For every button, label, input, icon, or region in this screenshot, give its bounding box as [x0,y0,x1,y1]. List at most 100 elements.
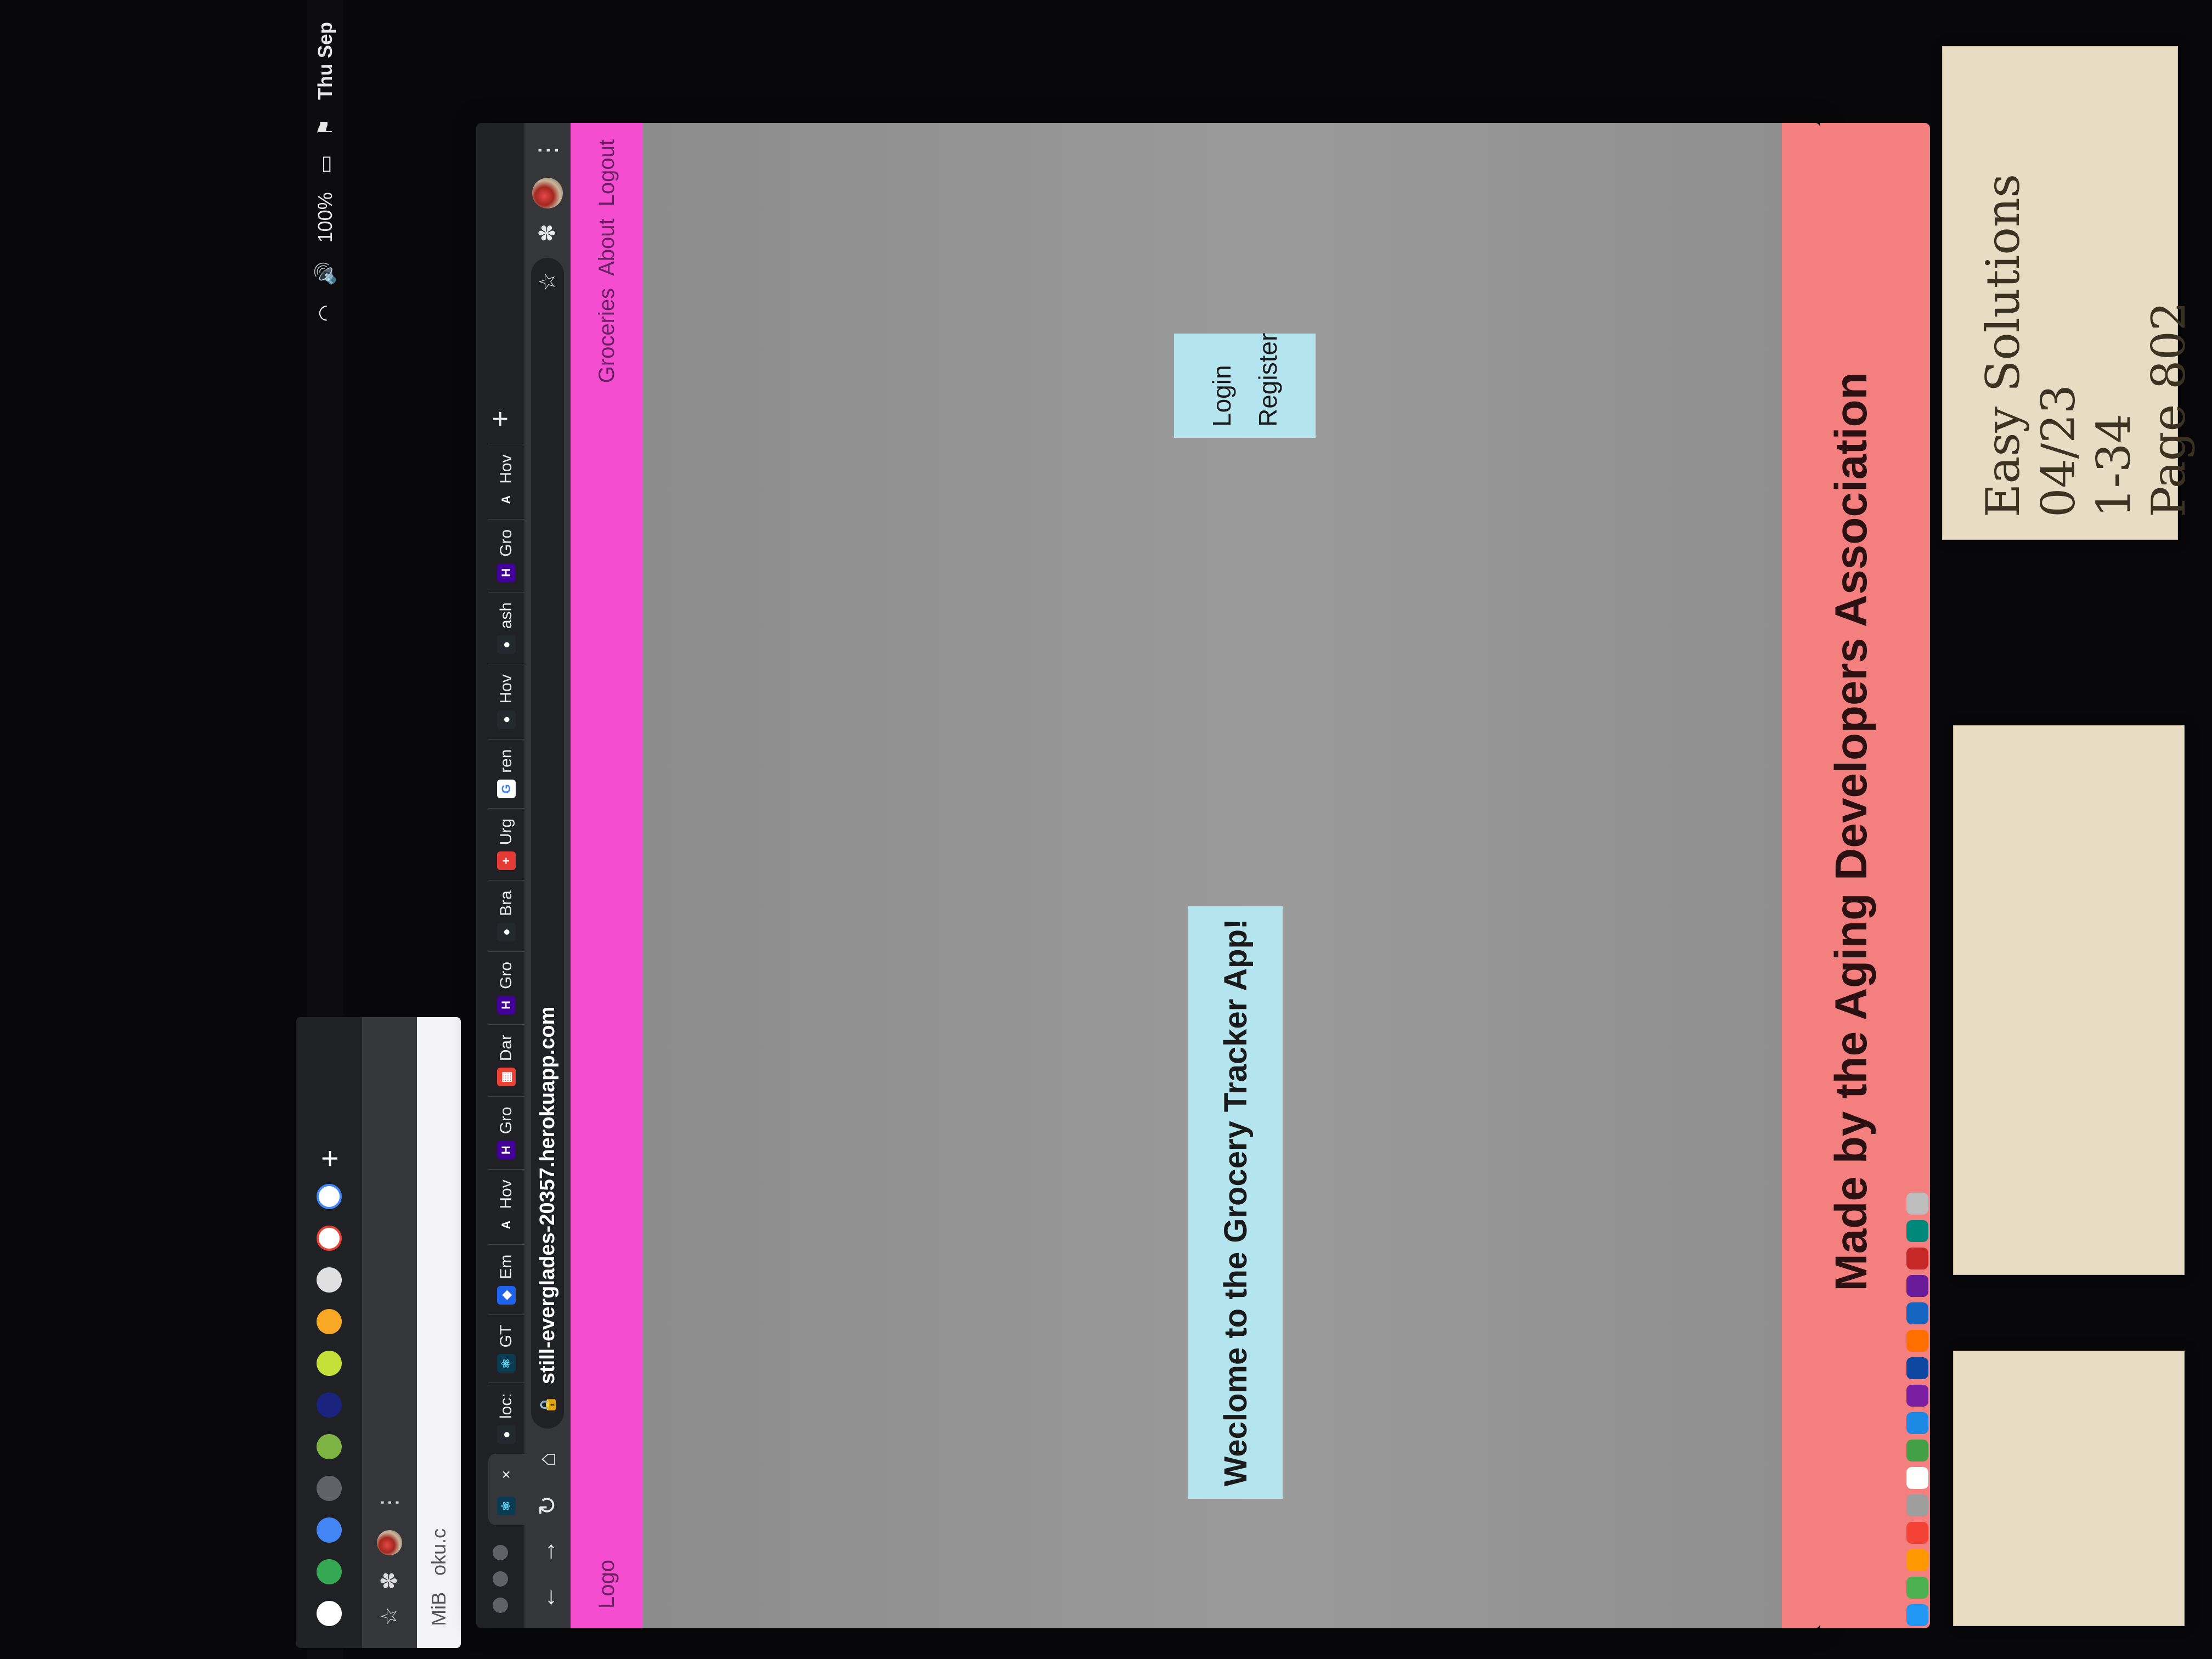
reload-button[interactable]: ↻ [534,1490,562,1521]
react-icon: ⚛ [497,1354,516,1373]
spotify-icon[interactable] [1906,1440,1928,1462]
browser-tab[interactable]: A Hov [488,1169,524,1244]
back-button[interactable]: ← [534,1582,561,1613]
browser-tab[interactable]: ⚛ × [488,1454,524,1525]
trash-icon[interactable] [1906,1193,1928,1215]
docs-icon[interactable] [317,1517,342,1543]
extensions-icon[interactable]: ✽ [535,224,560,242]
wifi-icon[interactable]: ◠ [314,304,337,321]
browser-tab[interactable]: H Gro [488,518,524,592]
avatar[interactable] [377,1530,402,1555]
browser-tab[interactable]: + Urg [488,808,524,881]
browser-window: ⚛ × ● loc: ⚛ GT ◆ Em A Hov H Gro ▦ Dar H Gro ● Bra + Urg Gre… [476,123,1820,1628]
background-toolbar: ☆ ✽ ⋮ [362,1017,417,1648]
sheets-icon[interactable] [317,1559,342,1584]
flag-icon[interactable]: ⚑ [314,119,337,136]
drop-icon[interactable] [317,1392,342,1418]
chrome-icon[interactable] [1906,1467,1928,1489]
minimize-window-button[interactable] [493,1571,508,1587]
extensions-icon[interactable]: ✽ [377,1572,402,1590]
app-icon[interactable] [1906,1220,1928,1242]
zoom-icon[interactable] [1906,1357,1928,1379]
nav-link-about[interactable]: About [595,218,619,276]
login-link[interactable]: Login [1207,334,1237,427]
tabs-container: ⚛ × ● loc: ⚛ GT ◆ Em A Hov H Gro ▦ Dar H Gro ● Bra + Urg Gre… [476,444,524,1525]
battery-icon[interactable]: ▭ [314,155,337,173]
avatar[interactable] [532,178,563,208]
browser-tab[interactable]: ● Hov [488,664,524,739]
background-page: MiB oku.c [417,1017,461,1648]
web-page: Logo Groceries About Logout Weclome to t… [571,123,1820,1628]
browser-tab[interactable]: Gren [488,738,524,808]
chrome-icon[interactable] [317,1601,342,1626]
calendar-icon[interactable] [1906,1522,1928,1544]
url-text[interactable]: still-everglades-20357.herokuapp.com [536,302,560,1385]
tab-label: Hov [497,674,515,704]
orange-icon[interactable] [317,1309,342,1334]
nav-link-logout[interactable]: Logout [595,139,619,206]
home-button[interactable]: ⌂ [534,1444,561,1475]
slack-icon[interactable] [1906,1385,1928,1407]
browser-tab[interactable]: ● Bra [488,880,524,951]
browser-tab[interactable]: H Gro [488,951,524,1024]
note-line: Page 802 [2142,301,2196,517]
leaf-icon[interactable] [317,1434,342,1459]
doc-icon[interactable] [317,1267,342,1293]
background-browser-window: + ☆ ✽ ⋮ MiB oku.c [296,1017,461,1648]
forward-button[interactable]: → [534,1536,561,1567]
browser-tab[interactable]: H Gro [488,1096,524,1170]
photoshop-icon[interactable] [1906,1302,1928,1324]
volume-icon[interactable]: 🔊 [314,261,337,286]
notes-icon[interactable] [1906,1494,1928,1516]
site-footer [1782,123,1820,1628]
tab-label: ren [497,749,515,773]
tab-label: Gro [497,1107,515,1135]
heroku-icon: H [497,1141,516,1160]
tab-label: Hov [497,454,515,484]
star-icon[interactable]: ☆ [377,1606,402,1626]
welcome-banner: Weclome to the Grocery Tracker App! [1188,906,1283,1499]
browser-tab[interactable]: A Hov [488,444,524,519]
new-tab-icon[interactable]: + [312,1149,347,1167]
premiere-icon[interactable] [1906,1275,1928,1297]
a-icon: A [497,490,516,509]
site-logo[interactable]: Logo [595,1560,619,1609]
window-controls [493,1545,508,1613]
clock-icon[interactable] [317,1476,342,1501]
browser-tab[interactable]: ● loc: [488,1383,524,1454]
new-tab-button[interactable]: + [484,402,517,435]
close-window-button[interactable] [493,1598,508,1613]
heroku-icon: H [497,563,516,582]
tab-label: Gro [497,529,515,557]
acrobat-icon[interactable] [1906,1248,1928,1269]
messages-icon[interactable] [1906,1577,1928,1599]
background-page-text: MiB [427,1592,450,1626]
photos-icon[interactable] [1906,1549,1928,1571]
tab-label: GT [497,1324,515,1348]
close-tab-icon[interactable]: × [498,1470,515,1479]
google-icon[interactable] [317,1226,342,1251]
kebab-menu-icon[interactable]: ⋮ [534,138,562,162]
finder-icon[interactable] [1906,1604,1928,1626]
browser-tab[interactable]: ▦ Dar [488,1024,524,1097]
lime-icon[interactable] [317,1351,342,1376]
browser-tab[interactable]: ● ash [488,591,524,664]
sticky-note-drawing [1953,725,2185,1275]
maximize-window-button[interactable] [493,1545,508,1560]
google-icon[interactable] [317,1184,342,1209]
vscode-icon[interactable] [1906,1412,1928,1434]
background-page-text: oku.c [427,1528,450,1576]
auth-links: Login Register [1174,333,1316,438]
lock-icon[interactable]: 🔒 [539,1395,557,1414]
address-bar[interactable]: 🔒 still-everglades-20357.herokuapp.com ☆ [531,257,564,1429]
nav-link-groceries[interactable]: Groceries [595,288,619,383]
browser-tab[interactable]: ⚛ GT [488,1314,524,1383]
illustrator-icon[interactable] [1906,1330,1928,1352]
register-link[interactable]: Register [1253,333,1283,427]
note-line: Easy Solutions 04/23 [1976,173,2085,517]
tab-label: Em [497,1254,515,1279]
kebab-menu-icon[interactable]: ⋮ [377,1492,402,1514]
menubar-date[interactable]: Thu Sep [314,22,337,100]
browser-tab[interactable]: ◆ Em [488,1244,524,1314]
bookmark-star-icon[interactable]: ☆ [535,272,560,292]
